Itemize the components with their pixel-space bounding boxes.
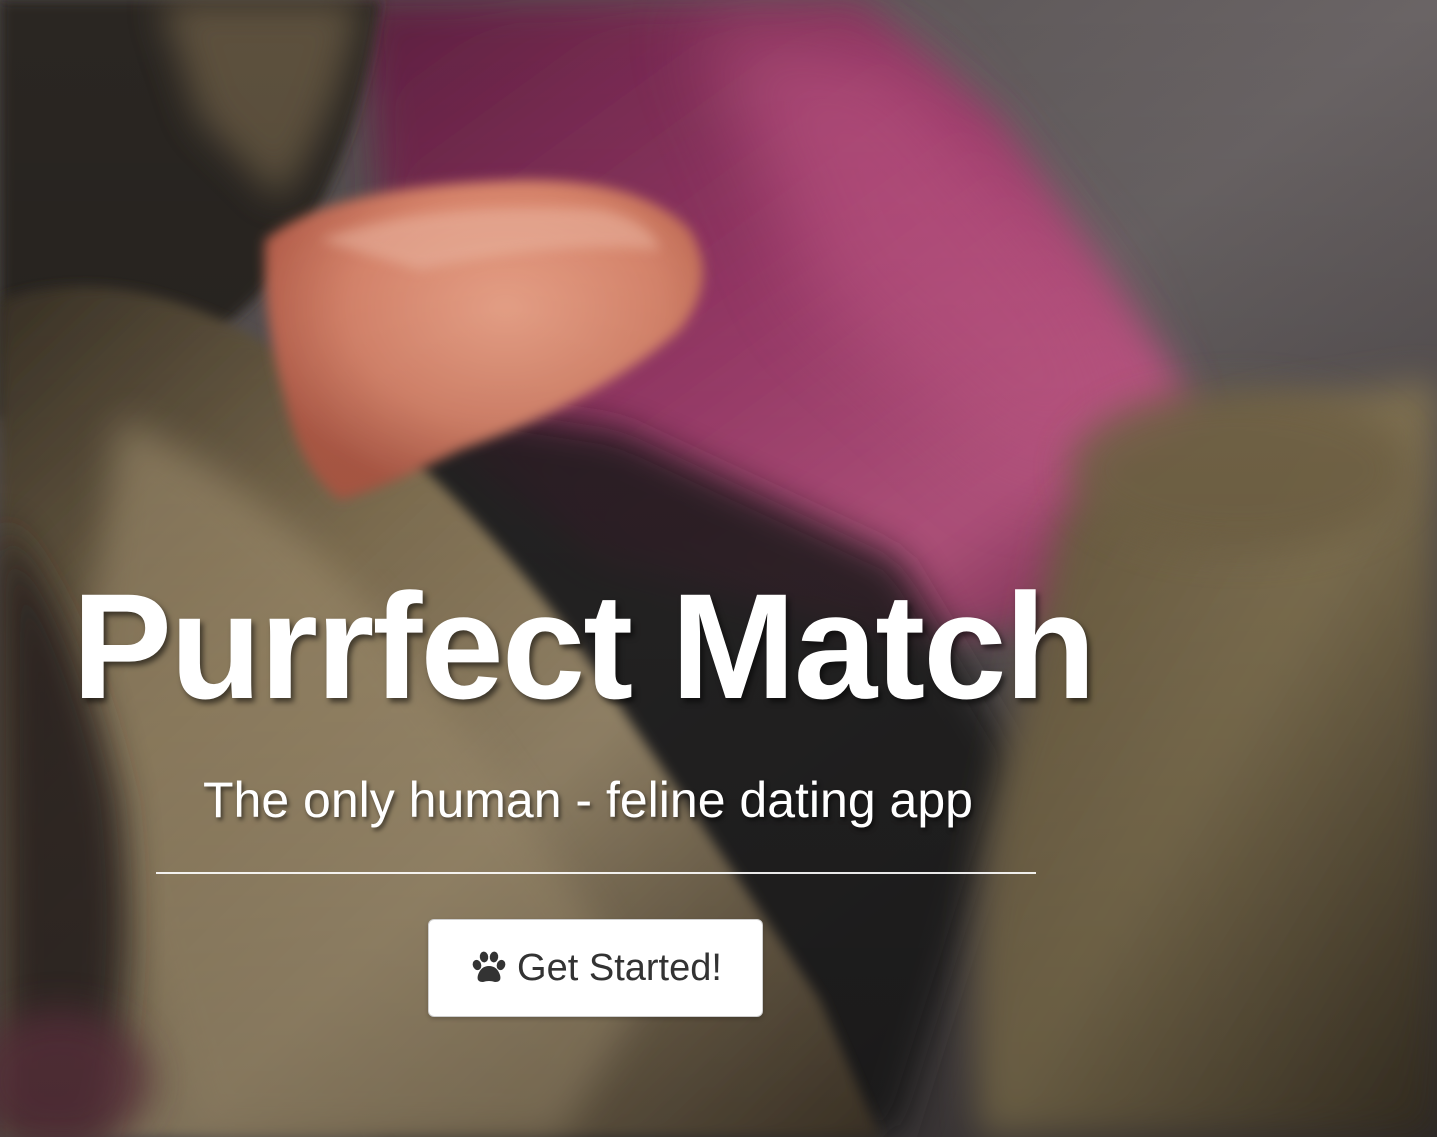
get-started-button[interactable]: Get Started! (428, 919, 763, 1017)
hero-divider (156, 872, 1036, 874)
hero-title: Purrfect Match (72, 562, 1096, 730)
get-started-label: Get Started! (517, 947, 722, 989)
hero-subtitle: The only human - feline dating app (203, 772, 973, 828)
hero-section: Purrfect Match The only human - feline d… (0, 0, 1437, 1137)
paw-icon (472, 951, 506, 982)
hero-content: Purrfect Match The only human - feline d… (0, 0, 1437, 1137)
